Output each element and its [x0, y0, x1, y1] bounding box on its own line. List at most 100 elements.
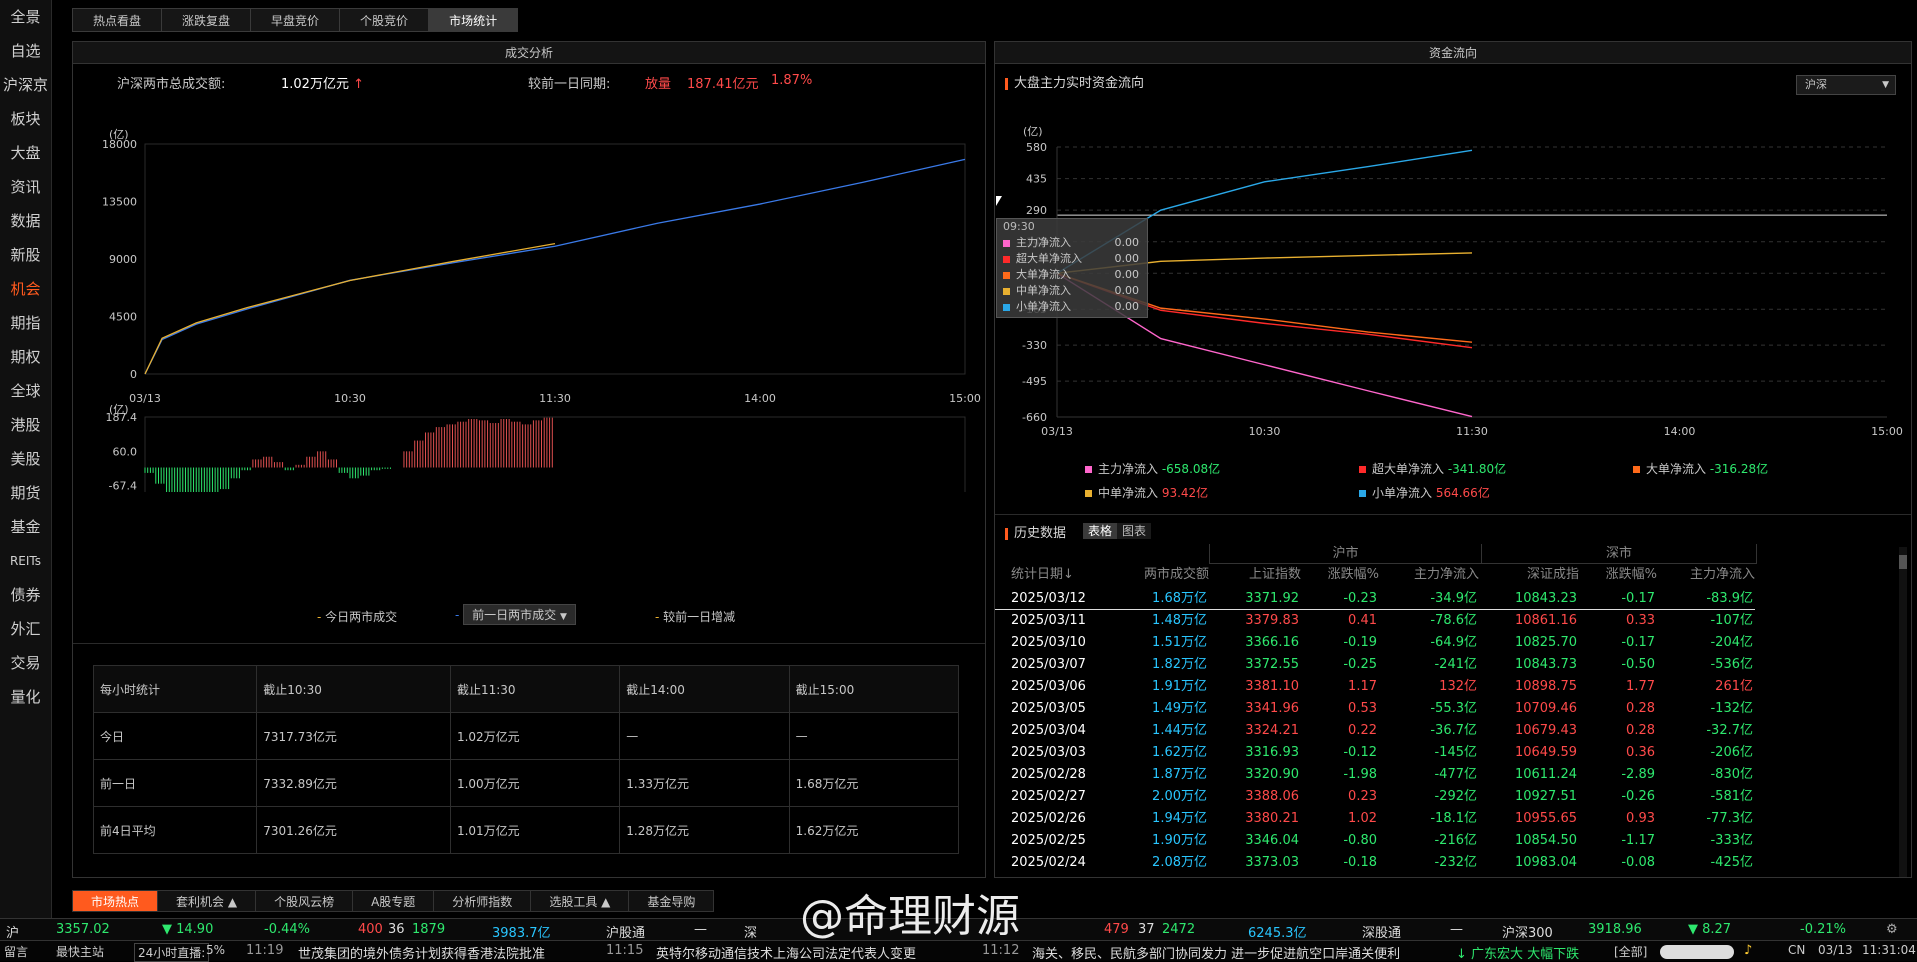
search-input[interactable] — [1660, 945, 1734, 959]
main-site-button[interactable]: 最快主站 — [56, 943, 104, 960]
sidebar-item[interactable]: 板块 — [0, 102, 51, 136]
table-row[interactable]: 2025/02/27 2.00万亿 3388.06 0.23 -292亿 10927.51… — [995, 786, 1755, 808]
ticker-hgt[interactable]: 沪股通 — [606, 922, 645, 941]
market-select[interactable]: 沪深 ▼ — [1796, 75, 1896, 95]
table-cell: 前4日平均 — [92, 806, 258, 854]
bottom-tab[interactable]: 基金导购 — [628, 890, 715, 912]
news-item[interactable]: 海关、移民、民航多部门协同发力 进一步促进航空口岸通关便利 — [1032, 943, 1444, 962]
sidebar-item[interactable]: 全景 — [0, 0, 51, 34]
table-cell: 2025/03/11 — [1011, 613, 1086, 628]
ticker-hs300[interactable]: 沪深300 — [1502, 922, 1553, 941]
sidebar-item[interactable]: 期货 — [0, 476, 51, 510]
sidebar-item[interactable]: 外汇 — [0, 612, 51, 646]
tab-4[interactable]: 市场统计 — [428, 8, 519, 32]
tab-3[interactable]: 个股竞价 — [339, 8, 430, 32]
tab-1[interactable]: 涨跌复盘 — [161, 8, 252, 32]
locale-label: CN — [1788, 943, 1806, 957]
table-row[interactable]: 2025/03/07 1.82万亿 3372.55 -0.25 -241亿 10843.7… — [995, 654, 1755, 676]
table-cell: -0.17 — [1621, 635, 1655, 650]
sidebar-item[interactable]: 量化 — [0, 680, 51, 714]
table-row[interactable]: 2025/02/24 2.08万亿 3373.03 -0.18 -232亿 10983.0… — [995, 852, 1755, 874]
hot-stock-alert[interactable]: ↓ 广东宏大 大幅下跌 — [1456, 943, 1579, 962]
table-cell: 2.08万亿 — [1152, 855, 1207, 870]
sidebar-item[interactable]: 自选 — [0, 34, 51, 68]
table-cell: 2025/03/03 — [1011, 745, 1086, 760]
ticker-hs300-change: ▼ 8.27 — [1688, 922, 1732, 937]
sidebar-item[interactable]: 机会 — [0, 272, 51, 306]
sidebar-item[interactable]: 全球 — [0, 374, 51, 408]
tooltip-label: 超大单净流入 — [1016, 252, 1082, 265]
sidebar-item[interactable]: 港股 — [0, 408, 51, 442]
legend-item[interactable]: 小单净流入 564.66亿 — [1359, 484, 1490, 501]
sidebar-item[interactable]: 期权 — [0, 340, 51, 374]
legend-item[interactable]: 中单净流入 93.42亿 — [1085, 484, 1208, 501]
table-row[interactable]: 2025/03/11 1.48万亿 3379.83 0.41 -78.6亿 10861.1… — [995, 610, 1755, 632]
legend-prev-dropdown[interactable]: 前一日两市成交 ▼ — [463, 604, 576, 625]
cumulative-volume-chart[interactable]: 0450090001350018000(亿)03/13 10:30 11:30 14:… — [73, 102, 985, 492]
hourly-stats-table: 每小时统计 截止10:30 截止11:30 截止14:00 截止15:00 今日 7317.… — [92, 665, 960, 854]
message-button[interactable]: 留言 — [4, 943, 28, 960]
sidebar-item[interactable]: 美股 — [0, 442, 51, 476]
sidebar-item[interactable]: 交易 — [0, 646, 51, 680]
table-cell: 2025/03/05 — [1011, 701, 1086, 716]
bottom-tab[interactable]: 套利机会 ▲ — [157, 890, 257, 912]
bottom-tab[interactable]: 个股风云榜 — [255, 890, 354, 912]
tab-0[interactable]: 热点看盘 — [72, 8, 163, 32]
x-tick-label: 10:30 — [1249, 425, 1281, 438]
sidebar-item[interactable]: 沪深京 — [0, 68, 51, 102]
tab-table[interactable]: 表格 — [1083, 523, 1118, 539]
sidebar-item[interactable]: 资讯 — [0, 170, 51, 204]
table-row[interactable]: 2025/02/26 1.94万亿 3380.21 1.02 -18.1亿 10955.6… — [995, 808, 1755, 830]
sidebar-item[interactable]: 基金 — [0, 510, 51, 544]
sidebar-item[interactable]: 期指 — [0, 306, 51, 340]
legend-swatch — [1633, 466, 1640, 473]
column-header[interactable]: 统计日期↓ — [1011, 564, 1074, 586]
settings-gear-icon[interactable]: ⚙ — [1886, 922, 1898, 937]
table-cell: 3320.90 — [1245, 767, 1299, 782]
news-all-button[interactable]: [全部] — [1614, 943, 1647, 960]
tab-chart[interactable]: 图表 — [1117, 523, 1152, 539]
sidebar-item[interactable]: REITs — [0, 544, 51, 578]
sidebar-item[interactable]: 债券 — [0, 578, 51, 612]
bottom-tab[interactable]: 分析师指数 — [433, 890, 532, 912]
table-cell: -83.9亿 — [1706, 591, 1753, 606]
live-label[interactable]: 24小时直播: — [134, 943, 210, 962]
table-row: 今日 7317.73亿元 1.02万亿元 — — — [92, 712, 960, 760]
ticker-hs300-pct: -0.21% — [1800, 922, 1846, 937]
legend-prev[interactable]: - 前一日两市成交 ▼ — [455, 604, 576, 625]
scrollbar[interactable] — [1899, 547, 1907, 877]
sidebar-item[interactable]: 大盘 — [0, 136, 51, 170]
legend-item[interactable]: 超大单净流入 -341.80亿 — [1359, 460, 1506, 477]
table-cell: 1.90万亿 — [1152, 833, 1207, 848]
table-cell: 1.49万亿 — [1152, 701, 1207, 716]
table-cell: -204亿 — [1710, 635, 1753, 650]
sidebar-item[interactable]: 新股 — [0, 238, 51, 272]
table-row[interactable]: 2025/03/03 1.62万亿 3316.93 -0.12 -145亿 10649.5… — [995, 742, 1755, 764]
table-row[interactable]: 2025/03/12 1.68万亿 3371.92 -0.23 -34.9亿 10843.… — [995, 588, 1755, 610]
table-cell: 1.28万亿元 — [619, 806, 790, 854]
table-row[interactable]: 2025/03/05 1.49万亿 3341.96 0.53 -55.3亿 10709.4… — [995, 698, 1755, 720]
fund-flow-panel: 资金流向 大盘主力实时资金流向 5804352901450-165-330-49… — [994, 41, 1912, 878]
legend-diff[interactable]: - 较前一日增减 — [655, 608, 735, 625]
table-row[interactable]: 2025/03/10 1.51万亿 3366.16 -0.19 -64.9亿 10825.… — [995, 632, 1755, 654]
legend-today[interactable]: - 今日两市成交 — [317, 608, 397, 625]
bottom-tab[interactable]: 市场热点 — [72, 890, 159, 912]
scrollbar-thumb[interactable] — [1899, 555, 1907, 569]
tab-2[interactable]: 早盘竞价 — [250, 8, 341, 32]
bottom-tab[interactable]: A股专题 — [352, 890, 435, 912]
table-row[interactable]: 2025/03/06 1.91万亿 3381.10 1.17 132亿 10898.75 1… — [995, 676, 1755, 698]
table-row[interactable]: 2025/02/28 1.87万亿 3320.90 -1.98 -477亿 10611.2… — [995, 764, 1755, 786]
sidebar-item[interactable]: 数据 — [0, 204, 51, 238]
bell-icon[interactable]: ♪ — [1744, 943, 1752, 958]
news-item[interactable]: 英特尔移动通信技术上海公司法定代表人变更 — [656, 943, 916, 962]
bottom-tab[interactable]: 选股工具 ▲ — [530, 890, 630, 912]
table-row[interactable]: 2025/02/25 1.90万亿 3346.04 -0.80 -216亿 10854.5… — [995, 830, 1755, 852]
ticker-sgt[interactable]: 深股通 — [1362, 922, 1401, 941]
table-cell: 截止14:00 — [619, 665, 790, 713]
legend-item[interactable]: 大单净流入 -316.28亿 — [1633, 460, 1768, 477]
y-tick-label: -330 — [1022, 339, 1047, 352]
legend-item[interactable]: 主力净流入 -658.08亿 — [1085, 460, 1220, 477]
news-item[interactable]: 世茂集团的境外债务计划获得香港法院批准 — [298, 943, 545, 962]
table-row[interactable]: 2025/03/04 1.44万亿 3324.21 0.22 -36.7亿 10679.4… — [995, 720, 1755, 742]
ticker-sh-index[interactable]: 3357.02 — [56, 922, 110, 937]
